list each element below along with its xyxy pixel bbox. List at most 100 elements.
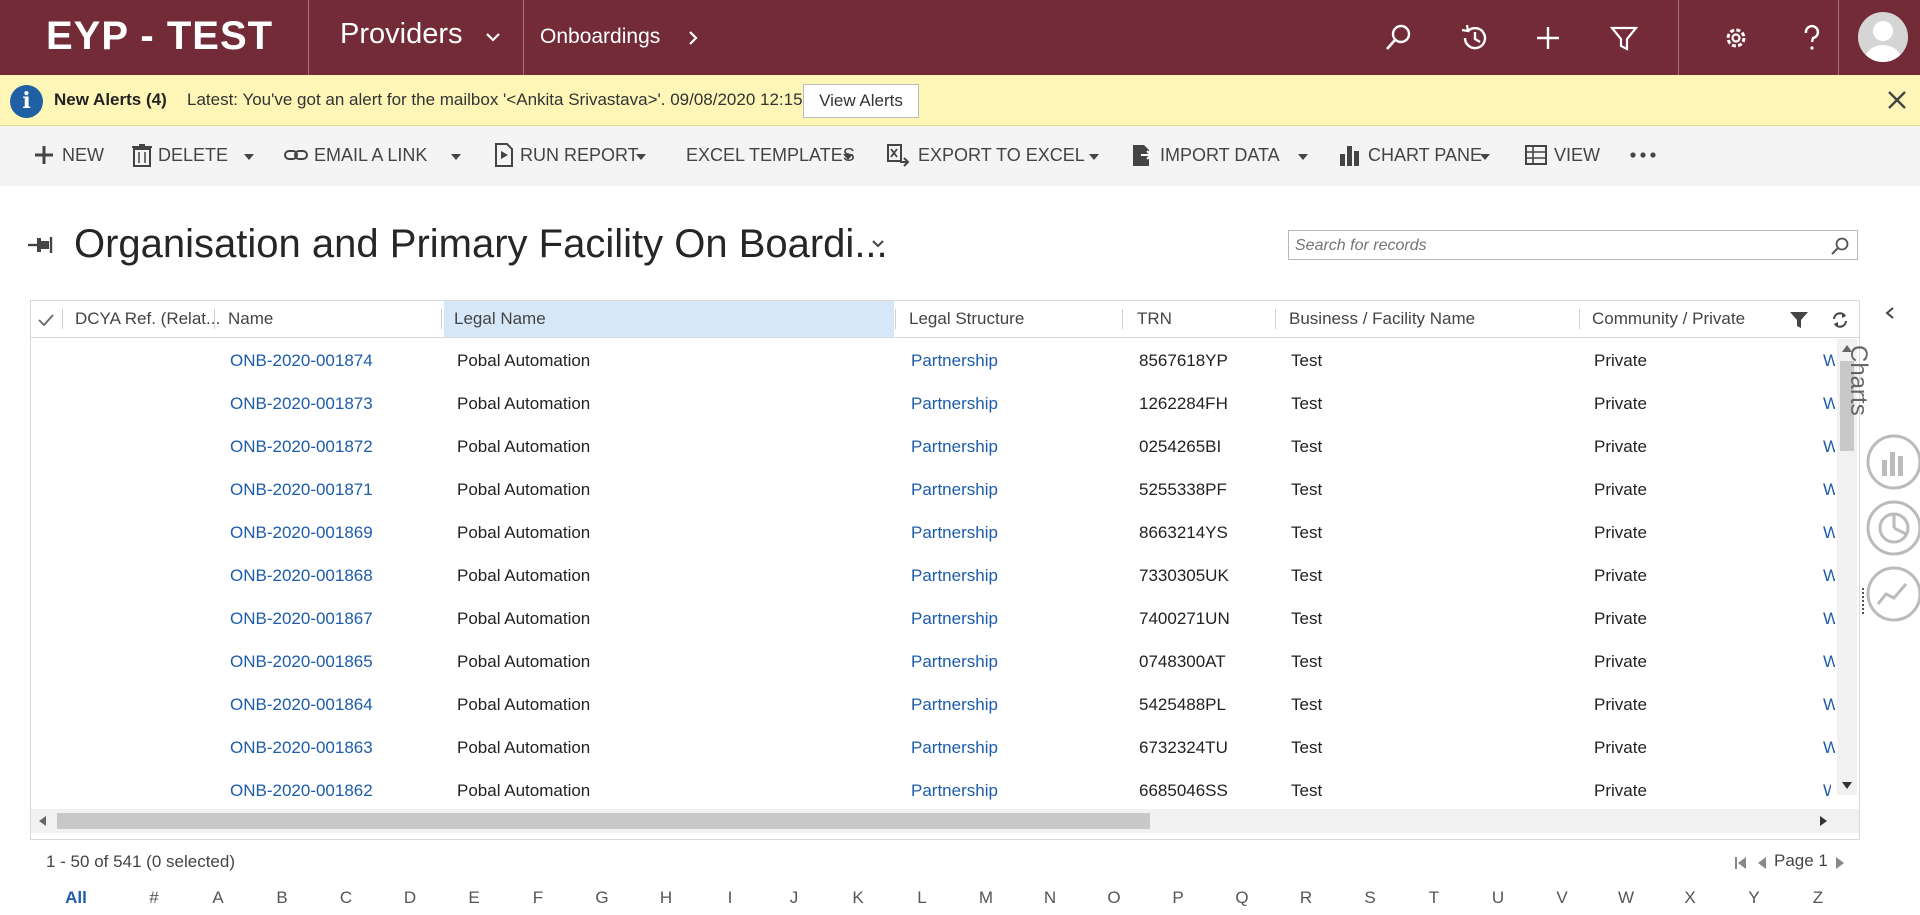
history-icon[interactable] — [1458, 22, 1490, 54]
email-link-dropdown-caret[interactable] — [451, 154, 461, 160]
expand-left-chevron-icon[interactable] — [1884, 306, 1896, 320]
run-report-dropdown-caret[interactable] — [636, 154, 646, 160]
import-data-button[interactable]: IMPORT DATA — [1160, 145, 1280, 166]
first-page-icon[interactable] — [1734, 856, 1748, 870]
column-header-legal-structure[interactable]: Legal Structure — [899, 301, 1124, 337]
jump-i[interactable]: I — [710, 888, 750, 908]
table-row[interactable]: ONB-2020-001873 Pobal Automation Partner… — [31, 382, 1835, 425]
truncated-link-cell[interactable]: W — [1823, 640, 1835, 683]
search-icon[interactable] — [1382, 22, 1414, 54]
more-options-icon[interactable] — [1628, 142, 1658, 168]
truncated-link-cell[interactable]: W — [1823, 511, 1835, 554]
truncated-link-cell[interactable]: W — [1823, 425, 1835, 468]
record-name-link[interactable]: ONB-2020-001863 — [230, 726, 373, 769]
record-name-link[interactable]: ONB-2020-001874 — [230, 339, 373, 382]
record-name-link[interactable]: ONB-2020-001873 — [230, 382, 373, 425]
scroll-down-arrow-icon[interactable] — [1841, 781, 1853, 791]
jump-m[interactable]: M — [966, 888, 1006, 908]
previous-page-icon[interactable] — [1756, 856, 1768, 870]
jump-s[interactable]: S — [1350, 888, 1390, 908]
charts-pane-label[interactable]: Charts — [1844, 345, 1872, 416]
legal-structure-link[interactable]: Partnership — [911, 769, 998, 807]
excel-templates-button[interactable]: EXCEL TEMPLATES — [686, 145, 855, 166]
excel-templates-dropdown-caret[interactable] — [843, 154, 853, 160]
jump-all[interactable]: All — [56, 888, 96, 908]
delete-button[interactable]: DELETE — [158, 145, 228, 166]
area-switcher[interactable]: Providers — [340, 18, 463, 51]
legal-structure-link[interactable]: Partnership — [911, 683, 998, 726]
table-row[interactable]: ONB-2020-001869 Pobal Automation Partner… — [31, 511, 1835, 554]
record-name-link[interactable]: ONB-2020-001867 — [230, 597, 373, 640]
search-input[interactable] — [1295, 235, 1815, 257]
jump-b[interactable]: B — [262, 888, 302, 908]
legal-structure-link[interactable]: Partnership — [911, 468, 998, 511]
table-row[interactable]: ONB-2020-001862 Pobal Automation Partner… — [31, 769, 1831, 807]
chevron-down-icon[interactable] — [483, 27, 503, 47]
bar-chart-icon[interactable] — [1864, 434, 1920, 490]
export-to-excel-button[interactable]: EXPORT TO EXCEL — [918, 145, 1085, 166]
next-page-icon[interactable] — [1834, 856, 1846, 870]
jump-w[interactable]: W — [1606, 888, 1646, 908]
gear-icon[interactable] — [1720, 22, 1752, 54]
jump-h[interactable]: H — [646, 888, 686, 908]
jump-c[interactable]: C — [326, 888, 366, 908]
jump-j[interactable]: J — [774, 888, 814, 908]
jump-u[interactable]: U — [1478, 888, 1518, 908]
column-header-community-private[interactable]: Community / Private — [1582, 301, 1772, 337]
legal-structure-link[interactable]: Partnership — [911, 640, 998, 683]
truncated-link-cell[interactable]: W — [1823, 726, 1835, 769]
chart-pane-dropdown-caret[interactable] — [1480, 154, 1490, 160]
table-row[interactable]: ONB-2020-001867 Pobal Automation Partner… — [31, 597, 1835, 640]
line-chart-icon[interactable] — [1864, 566, 1920, 622]
truncated-link-cell[interactable]: W — [1823, 468, 1835, 511]
filter-icon[interactable] — [1789, 311, 1809, 329]
jump-a[interactable]: A — [198, 888, 238, 908]
jump-t[interactable]: T — [1414, 888, 1454, 908]
truncated-link-cell[interactable]: W — [1823, 339, 1835, 382]
truncated-link-cell[interactable]: W — [1823, 683, 1835, 726]
column-header-business-facility[interactable]: Business / Facility Name — [1279, 301, 1579, 337]
chevron-right-icon[interactable] — [686, 28, 700, 48]
legal-structure-link[interactable]: Partnership — [911, 425, 998, 468]
legal-structure-link[interactable]: Partnership — [911, 554, 998, 597]
select-all-checkmark-icon[interactable] — [37, 311, 55, 329]
table-row[interactable]: ONB-2020-001864 Pobal Automation Partner… — [31, 683, 1835, 726]
export-excel-dropdown-caret[interactable] — [1089, 154, 1099, 160]
record-name-link[interactable]: ONB-2020-001872 — [230, 425, 373, 468]
jump-e[interactable]: E — [454, 888, 494, 908]
pie-chart-icon[interactable] — [1864, 500, 1920, 556]
legal-structure-link[interactable]: Partnership — [911, 382, 998, 425]
legal-structure-link[interactable]: Partnership — [911, 726, 998, 769]
legal-structure-link[interactable]: Partnership — [911, 511, 998, 554]
table-row[interactable]: ONB-2020-001874 Pobal Automation Partner… — [31, 339, 1835, 382]
horizontal-scrollbar[interactable] — [31, 809, 1859, 833]
jump-l[interactable]: L — [902, 888, 942, 908]
import-data-dropdown-caret[interactable] — [1298, 154, 1308, 160]
close-icon[interactable] — [1885, 88, 1909, 112]
jump-f[interactable]: F — [518, 888, 558, 908]
jump-y[interactable]: Y — [1734, 888, 1774, 908]
view-button[interactable]: VIEW — [1554, 145, 1600, 166]
record-name-link[interactable]: ONB-2020-001868 — [230, 554, 373, 597]
pin-icon[interactable] — [27, 233, 53, 257]
record-name-link[interactable]: ONB-2020-001869 — [230, 511, 373, 554]
record-name-link[interactable]: ONB-2020-001865 — [230, 640, 373, 683]
jump-v[interactable]: V — [1542, 888, 1582, 908]
jump-n[interactable]: N — [1030, 888, 1070, 908]
jump-g[interactable]: G — [582, 888, 622, 908]
jump-k[interactable]: K — [838, 888, 878, 908]
filter-icon[interactable] — [1608, 22, 1640, 54]
scroll-right-arrow-icon[interactable] — [1819, 815, 1829, 827]
table-row[interactable]: ONB-2020-001872 Pobal Automation Partner… — [31, 425, 1835, 468]
table-row[interactable]: ONB-2020-001871 Pobal Automation Partner… — [31, 468, 1835, 511]
table-row[interactable]: ONB-2020-001865 Pobal Automation Partner… — [31, 640, 1835, 683]
user-avatar[interactable] — [1858, 12, 1908, 62]
app-brand[interactable]: EYP - TEST — [46, 14, 273, 59]
truncated-link-cell[interactable]: W — [1823, 597, 1835, 640]
jump-q[interactable]: Q — [1222, 888, 1262, 908]
truncated-link-cell[interactable]: W — [1823, 382, 1835, 425]
truncated-link-cell[interactable]: W — [1823, 769, 1831, 807]
jump-d[interactable]: D — [390, 888, 430, 908]
view-title[interactable]: Organisation and Primary Facility On Boa… — [74, 222, 888, 267]
new-button[interactable]: NEW — [62, 145, 104, 166]
